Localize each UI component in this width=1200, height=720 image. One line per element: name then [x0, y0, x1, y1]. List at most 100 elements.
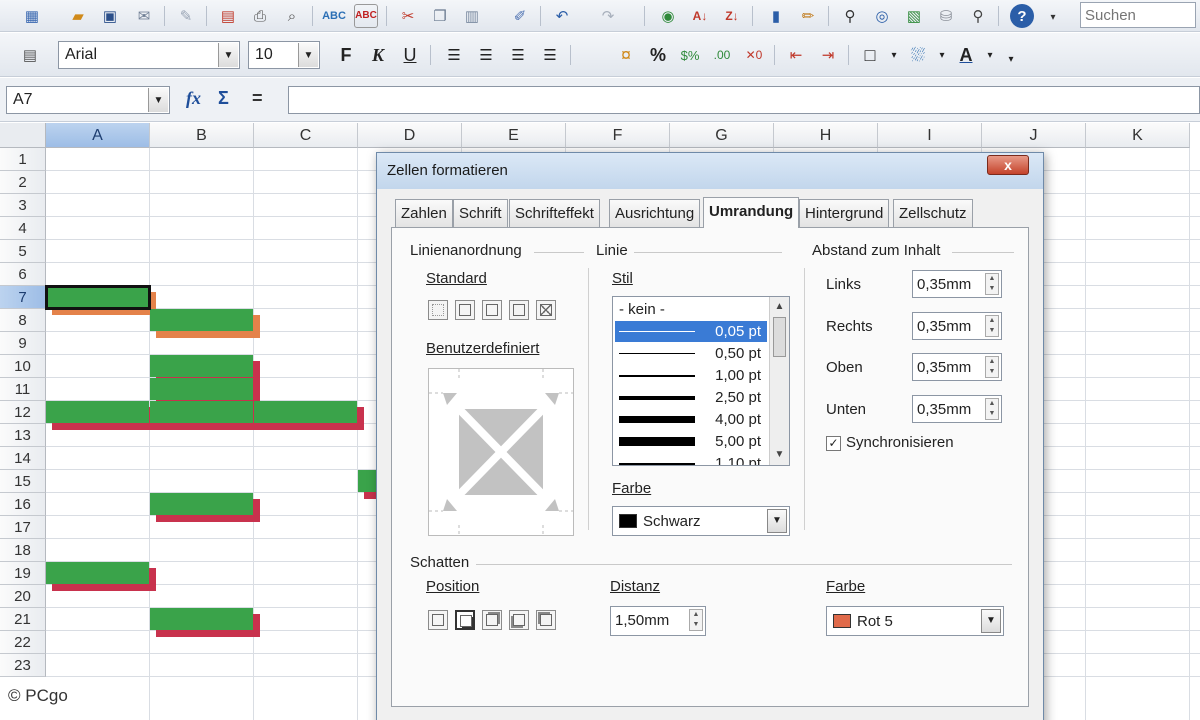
row-header-12[interactable]: 12	[0, 401, 46, 424]
standard-number-icon[interactable]: $%	[678, 43, 702, 67]
column-header-e[interactable]: E	[462, 123, 566, 148]
tab-schrifteffekt[interactable]: Schrifteffekt	[509, 199, 600, 227]
spin-buttons[interactable]: ▲ ▼	[985, 273, 999, 295]
tab-ausrichtung[interactable]: Ausrichtung	[609, 199, 701, 227]
chevron-up-icon[interactable]: ▲	[772, 299, 787, 314]
draw-icon[interactable]: ✏	[796, 4, 820, 28]
autospell-icon[interactable]: ABC	[354, 4, 378, 28]
export-pdf-icon[interactable]: ▤	[216, 4, 240, 28]
close-button[interactable]: x	[987, 155, 1029, 175]
formula-input[interactable]	[288, 86, 1200, 114]
edit-file-icon[interactable]: ✎	[174, 4, 198, 28]
help-icon[interactable]: ?	[1010, 4, 1034, 28]
line-color-select[interactable]: Schwarz ▼	[612, 506, 790, 536]
copy-icon[interactable]: ❐	[428, 4, 452, 28]
cut-icon[interactable]: ✂	[396, 4, 420, 28]
spin-buttons[interactable]: ▲ ▼	[985, 398, 999, 420]
row-header-2[interactable]: 2	[0, 171, 46, 194]
font-size-select[interactable]: 10 ▼	[248, 41, 320, 69]
formatted-cell[interactable]	[46, 562, 149, 584]
row-header-17[interactable]: 17	[0, 516, 46, 539]
percent-button[interactable]: %	[646, 43, 670, 67]
undo-icon[interactable]: ↶	[550, 4, 574, 28]
font-name-select[interactable]: Arial ▼	[58, 41, 240, 69]
navigator-icon[interactable]: ◉	[656, 4, 680, 28]
spellcheck-icon[interactable]: ABC	[322, 4, 346, 28]
row-header-16[interactable]: 16	[0, 493, 46, 516]
line-style-option[interactable]: 1,10 pt	[615, 453, 767, 465]
justify-icon[interactable]: ☰	[538, 43, 562, 67]
formatted-cell[interactable]	[150, 378, 253, 400]
column-header-g[interactable]: G	[670, 123, 774, 148]
formatted-cell[interactable]	[150, 355, 253, 377]
column-header-c[interactable]: C	[254, 123, 358, 148]
new-icon[interactable]: ▦	[20, 4, 44, 28]
spacing-top-input[interactable]: 0,35mm ▲ ▼	[912, 353, 1002, 381]
synchronize-checkbox[interactable]: ✓	[826, 436, 841, 451]
increase-indent-icon[interactable]: ⇥	[816, 43, 840, 67]
column-header-f[interactable]: F	[566, 123, 670, 148]
row-header-19[interactable]: 19	[0, 562, 46, 585]
image-icon[interactable]: ▧	[902, 4, 926, 28]
column-header-a[interactable]: A	[46, 123, 150, 148]
chevron-down-icon[interactable]: ▼	[767, 509, 787, 533]
print-preview-icon[interactable]: ⌕	[280, 4, 304, 28]
row-header-5[interactable]: 5	[0, 240, 46, 263]
line-style-scrollbar[interactable]: ▲ ▼	[769, 297, 789, 465]
row-header-13[interactable]: 13	[0, 424, 46, 447]
spacing-right-input[interactable]: 0,35mm ▲ ▼	[912, 312, 1002, 340]
no-border-preset[interactable]	[428, 300, 448, 320]
column-header-b[interactable]: B	[150, 123, 254, 148]
gallery-icon[interactable]: ◎	[870, 4, 894, 28]
row-header-14[interactable]: 14	[0, 447, 46, 470]
delete-decimal-icon[interactable]: ✕0	[742, 43, 766, 67]
row-header-22[interactable]: 22	[0, 631, 46, 654]
shadow-top-right-preset[interactable]	[482, 610, 502, 630]
row-header-3[interactable]: 3	[0, 194, 46, 217]
line-style-option[interactable]: - kein -	[615, 299, 767, 320]
column-header-d[interactable]: D	[358, 123, 462, 148]
chevron-down-icon[interactable]: ▼	[148, 88, 168, 112]
italic-button[interactable]: K	[366, 43, 390, 67]
name-box[interactable]: A7 ▼	[6, 86, 170, 114]
shadow-top-left-preset[interactable]	[536, 610, 556, 630]
chevron-down-icon[interactable]: ▾	[978, 43, 1002, 67]
toolbar-overflow-icon[interactable]: ▾	[1046, 8, 1060, 28]
chevron-down-icon[interactable]: ▼	[218, 43, 238, 67]
line-style-option[interactable]: 2,50 pt	[615, 387, 767, 408]
column-header-h[interactable]: H	[774, 123, 878, 148]
formatted-cell[interactable]	[150, 401, 253, 423]
row-header-9[interactable]: 9	[0, 332, 46, 355]
formatted-cell[interactable]	[46, 401, 149, 423]
row-header-21[interactable]: 21	[0, 608, 46, 631]
shadow-distance-input[interactable]: 1,50mm ▲ ▼	[610, 606, 706, 636]
scroll-thumb[interactable]	[773, 317, 786, 357]
spin-buttons[interactable]: ▲ ▼	[689, 609, 703, 631]
align-right-icon[interactable]: ☰	[506, 43, 530, 67]
background-color-icon[interactable]: ⛆	[906, 43, 930, 67]
formatted-cell[interactable]	[150, 309, 253, 331]
column-header-j[interactable]: J	[982, 123, 1086, 148]
spin-buttons[interactable]: ▲ ▼	[985, 356, 999, 378]
row-header-18[interactable]: 18	[0, 539, 46, 562]
row-header-20[interactable]: 20	[0, 585, 46, 608]
tab-hintergrund[interactable]: Hintergrund	[799, 199, 890, 227]
find-icon[interactable]: ⚲	[838, 4, 862, 28]
bold-button[interactable]: F	[334, 43, 358, 67]
chevron-down-icon[interactable]: ▼	[981, 609, 1001, 633]
clone-format-icon[interactable]: ✐	[508, 4, 532, 28]
underline-button[interactable]: U	[398, 43, 422, 67]
tab-zahlen[interactable]: Zahlen	[395, 199, 453, 227]
tab-schrift[interactable]: Schrift	[453, 199, 508, 227]
formatted-cell[interactable]	[254, 401, 357, 423]
print-icon[interactable]: ⎙	[248, 4, 272, 28]
tab-umrandung[interactable]: Umrandung	[703, 197, 800, 228]
sum-button[interactable]: Σ	[218, 88, 229, 109]
save-icon[interactable]: ▣	[98, 4, 122, 28]
currency-icon[interactable]: ¤	[614, 43, 638, 67]
column-header-k[interactable]: K	[1086, 123, 1190, 148]
styles-icon[interactable]: ▤	[18, 43, 42, 67]
row-header-23[interactable]: 23	[0, 654, 46, 677]
spacing-left-input[interactable]: 0,35mm ▲ ▼	[912, 270, 1002, 298]
function-button[interactable]: =	[252, 88, 263, 109]
